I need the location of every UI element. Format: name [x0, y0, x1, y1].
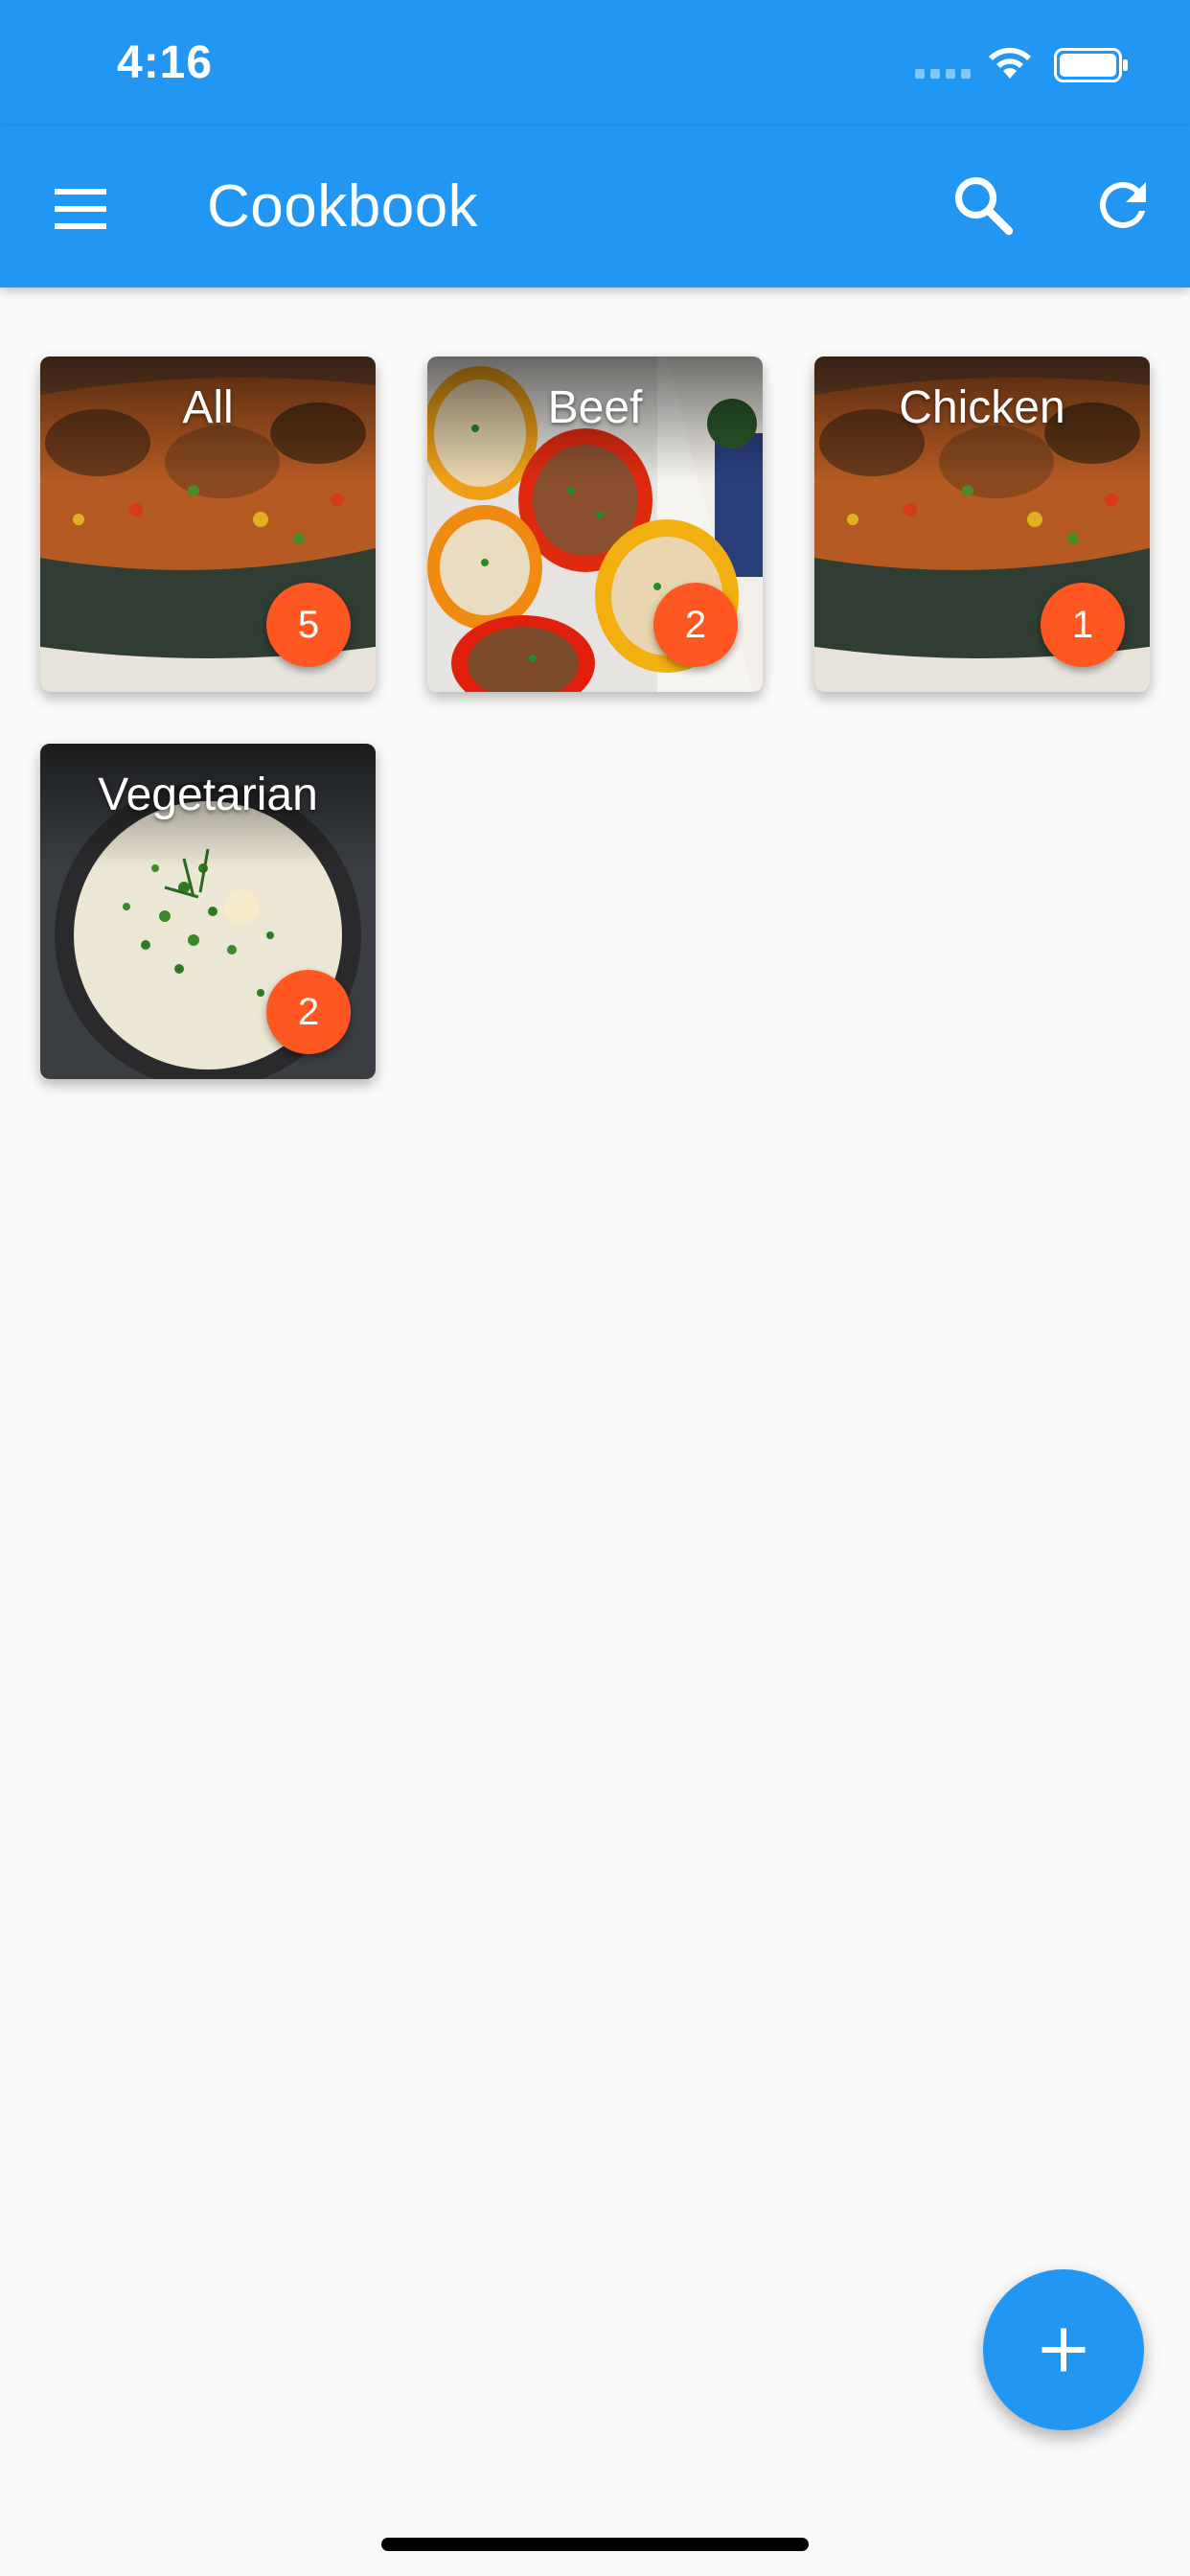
refresh-icon[interactable]	[1088, 171, 1157, 240]
category-label: Chicken	[899, 382, 1065, 433]
status-time: 4:16	[117, 37, 214, 88]
home-indicator[interactable]	[381, 2538, 809, 2551]
menu-icon[interactable]	[46, 174, 115, 243]
category-card-vegetarian[interactable]: Vegetarian 2	[40, 744, 376, 1079]
cellular-signal-icon	[915, 69, 971, 80]
page-title: Cookbook	[207, 173, 479, 240]
category-grid: All 5 Beef 2 Chicken 1 Vegetarian 2	[40, 356, 1152, 1079]
add-recipe-button[interactable]	[983, 2269, 1144, 2430]
search-icon[interactable]	[949, 171, 1018, 240]
category-label: Beef	[547, 382, 643, 433]
app-bar: Cookbook	[0, 126, 1190, 288]
category-label: All	[182, 382, 234, 433]
battery-icon	[1054, 48, 1128, 82]
wifi-icon	[989, 47, 1031, 79]
category-card-chicken[interactable]: Chicken 1	[814, 356, 1150, 692]
recipe-count-badge: 2	[266, 970, 351, 1054]
plus-icon	[1041, 2328, 1086, 2372]
category-card-all[interactable]: All 5	[40, 356, 376, 692]
category-label: Vegetarian	[98, 770, 318, 820]
recipe-count-badge: 5	[266, 583, 351, 667]
status-bar: 4:16	[0, 0, 1190, 126]
recipe-count-badge: 1	[1041, 583, 1125, 667]
category-card-beef[interactable]: Beef 2	[427, 356, 763, 692]
recipe-count-badge: 2	[653, 583, 738, 667]
